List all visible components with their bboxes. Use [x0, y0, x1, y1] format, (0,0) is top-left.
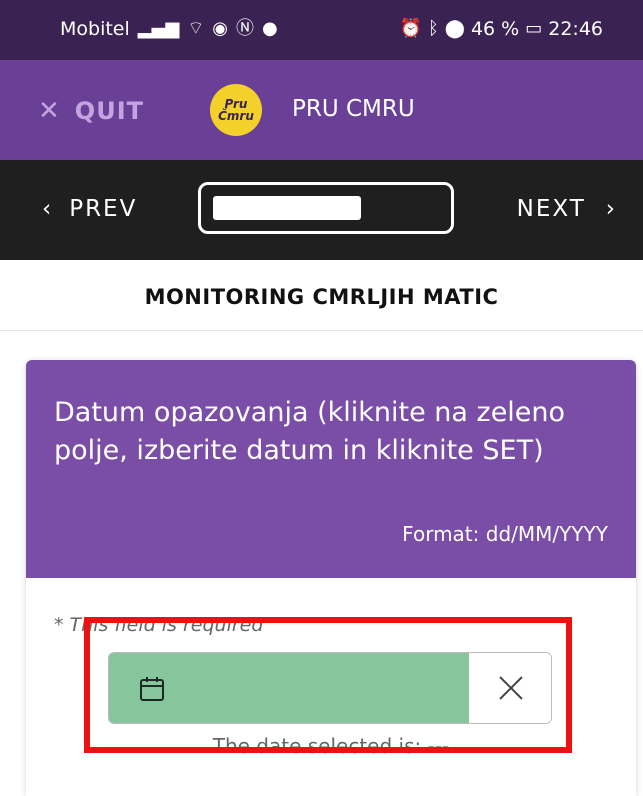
date-picker-field[interactable] — [109, 653, 469, 723]
prev-label: PREV — [69, 196, 138, 222]
chevron-left-icon: ‹ — [42, 196, 54, 222]
question-label: Datum opazovanja (kliknite na zeleno pol… — [54, 397, 566, 466]
bluetooth-icon: ᛒ — [427, 18, 439, 39]
required-note: * This field is required — [54, 614, 264, 636]
date-input — [108, 652, 552, 724]
quit-button[interactable]: ✕ QUIT — [38, 96, 144, 126]
carrier-name: Mobitel — [60, 18, 130, 40]
status-right: ⏰ ᛒ ⬤ 46 % ▭ 22:46 — [400, 18, 603, 40]
page-selector[interactable] — [198, 182, 454, 234]
messenger-icon: ● — [261, 18, 278, 39]
battery-icon: ▭ — [525, 18, 543, 39]
status-left: Mobitel ▂▄▆ ⌔ ◉ Ⓝ ● — [60, 18, 278, 40]
app-logo: Pru Čmru — [210, 84, 262, 136]
clear-date-button[interactable] — [469, 653, 551, 723]
divider — [0, 330, 643, 331]
next-label: NEXT — [516, 196, 586, 222]
nfc-icon: Ⓝ — [235, 18, 254, 39]
quit-label: QUIT — [74, 97, 144, 125]
page-selector-redacted — [213, 196, 361, 220]
chevron-right-icon: › — [605, 196, 617, 222]
next-button[interactable]: NEXT › — [517, 196, 617, 222]
question-header: Datum opazovanja (kliknite na zeleno pol… — [26, 360, 636, 578]
clock: 22:46 — [548, 18, 603, 40]
wifi-icon: ⌔ — [187, 18, 205, 39]
calendar-icon — [140, 677, 164, 701]
eye-icon: ◉ — [212, 18, 228, 39]
prev-button[interactable]: ‹ PREV — [42, 196, 137, 222]
close-icon — [499, 676, 523, 700]
battery-percent: 46 % — [470, 18, 520, 40]
question-card: Datum opazovanja (kliknite na zeleno pol… — [26, 360, 636, 796]
selected-date-text: The date selected is: --- — [212, 734, 450, 758]
close-icon: ✕ — [38, 96, 61, 126]
signal-icon: ▂▄▆ — [137, 18, 180, 39]
alarm-icon: ⏰ — [399, 18, 422, 39]
page-nav: ‹ PREV NEXT › — [0, 160, 643, 260]
location-icon: ⬤ — [444, 18, 465, 39]
app-bar: ✕ QUIT Pru Čmru PRU CMRU — [0, 60, 643, 160]
app-title: PRU CMRU — [292, 96, 415, 122]
section-title: MONITORING CMRLJIH MATIC — [144, 285, 499, 309]
status-bar: Mobitel ▂▄▆ ⌔ ◉ Ⓝ ● ⏰ ᛒ ⬤ 46 % ▭ 22:46 — [0, 0, 643, 60]
date-format-hint: Format: dd/MM/YYYY — [402, 522, 608, 546]
